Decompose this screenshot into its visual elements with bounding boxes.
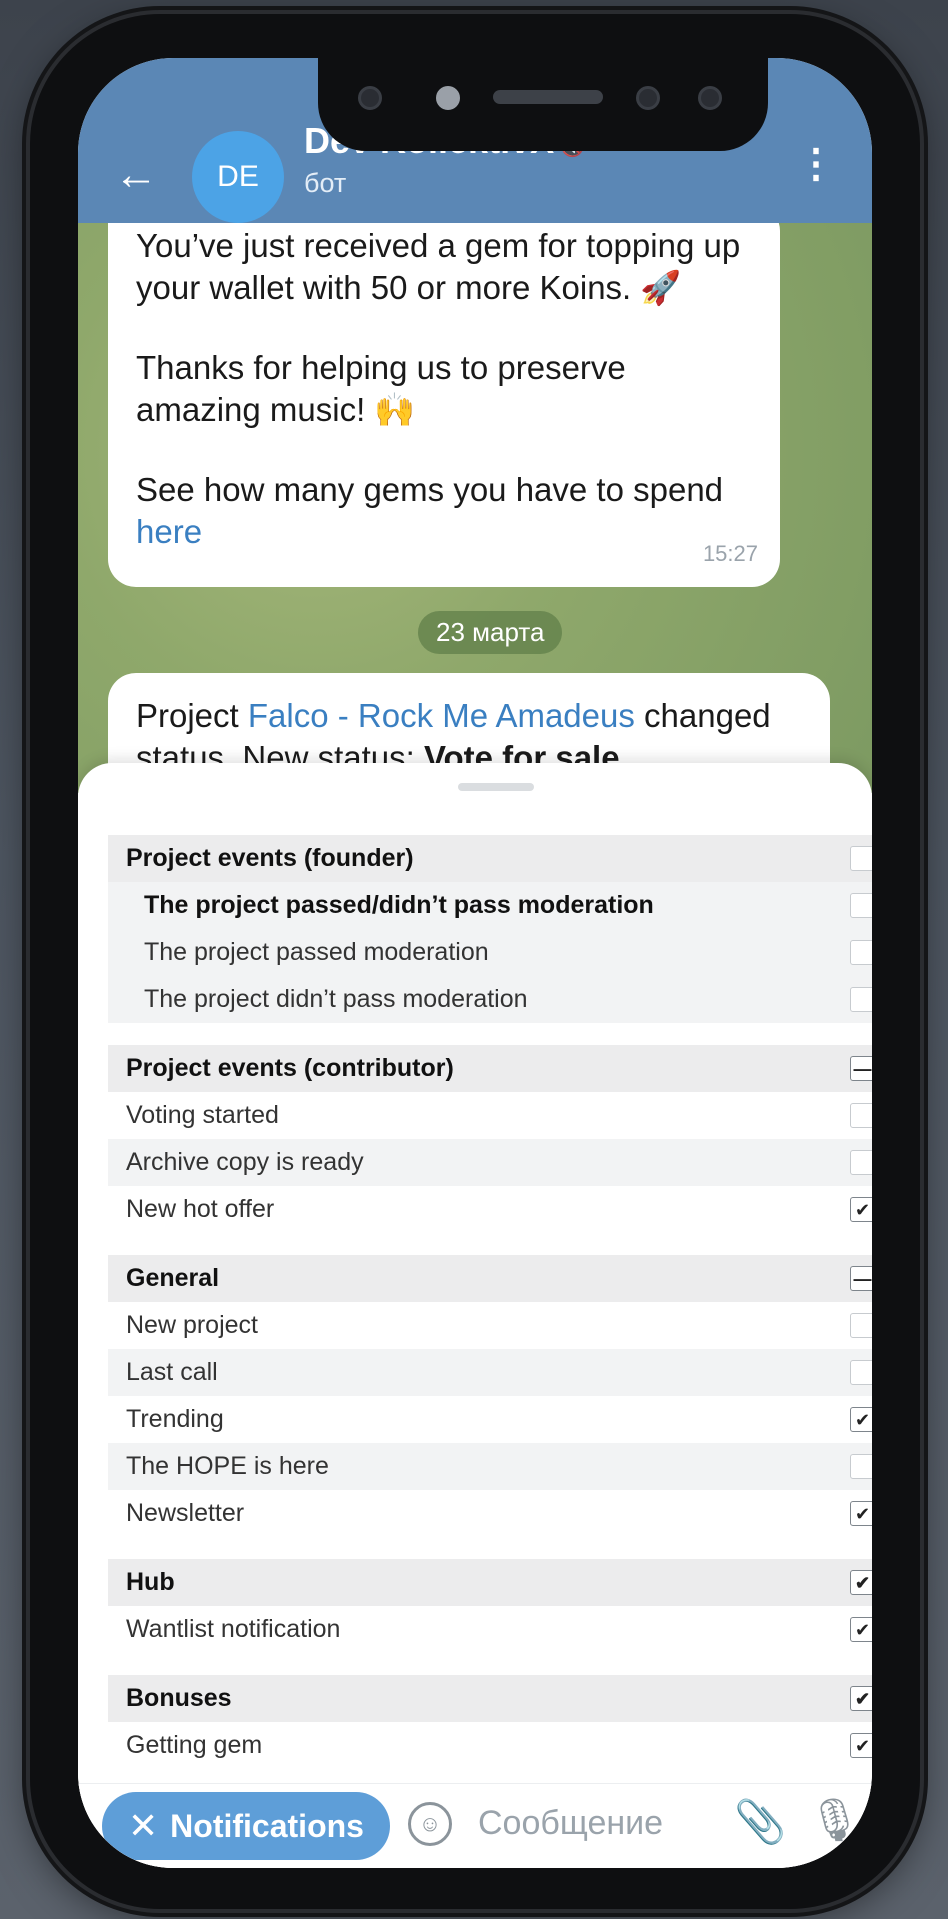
attach-icon[interactable]: 📎 [734, 1798, 786, 1847]
close-icon: ✕ [128, 1805, 159, 1846]
notifications-button[interactable]: ✕ Notifications [102, 1792, 390, 1860]
group-gap [108, 1233, 872, 1255]
settings-item-label: New project [126, 1311, 258, 1339]
checkbox-checked-icon[interactable]: ✔ [850, 1570, 872, 1595]
settings-item-label: New hot offer [126, 1195, 275, 1223]
sensor-icon [358, 86, 382, 110]
message-text-part: Project [136, 697, 248, 734]
checkbox-checked-icon[interactable]: ✔ [850, 1617, 872, 1642]
settings-item[interactable]: New hot offer ✔ [108, 1186, 872, 1233]
checkbox-checked-icon[interactable]: ✔ [850, 1686, 872, 1711]
settings-item[interactable]: The HOPE is here [108, 1443, 872, 1490]
settings-group-header[interactable]: Project events (founder) [108, 835, 872, 882]
settings-item[interactable]: Voting started [108, 1092, 872, 1139]
checkbox-partial-icon[interactable]: — [850, 1266, 872, 1291]
settings-item-label: The project passed moderation [144, 938, 489, 966]
settings-group-header[interactable]: Project events (contributor) — [108, 1045, 872, 1092]
message-link[interactable]: here [136, 513, 202, 550]
notifications-button-label: Notifications [170, 1807, 364, 1844]
settings-item-label: Getting gem [126, 1731, 263, 1759]
phone-screen: ← DE Dev KollektivX🔇 бот ⋮ You’ve just r… [78, 58, 872, 1868]
settings-item[interactable]: Getting gem ✔ [108, 1722, 872, 1769]
settings-item-label: Newsletter [126, 1499, 245, 1527]
project-link[interactable]: Falco - Rock Me Amadeus [248, 697, 635, 734]
settings-group-title: Bonuses [126, 1684, 232, 1712]
sensor-icon [698, 86, 722, 110]
settings-item[interactable]: The project passed moderation [108, 929, 872, 976]
settings-group-header[interactable]: General — [108, 1255, 872, 1302]
more-vertical-icon[interactable]: ⋮ [796, 144, 836, 184]
checkbox-empty-icon[interactable] [850, 846, 872, 871]
settings-item[interactable]: Wantlist notification ✔ [108, 1606, 872, 1653]
settings-group-title: Hub [126, 1568, 175, 1596]
emoji-icon[interactable]: ☺ [408, 1802, 452, 1846]
settings-group-header[interactable]: Hub ✔ [108, 1559, 872, 1606]
settings-item-label: Last call [126, 1358, 218, 1386]
checkbox-empty-icon[interactable] [850, 987, 872, 1012]
settings-item-label: The HOPE is here [126, 1452, 329, 1480]
notification-settings-sheet: Project events (founder) The project pass… [78, 763, 872, 1868]
message-time: 15:27 [702, 541, 758, 566]
settings-list: Project events (founder) The project pass… [108, 835, 872, 1769]
settings-group-title: Project events (founder) [126, 844, 414, 872]
settings-item[interactable]: Archive copy is ready [108, 1139, 872, 1186]
settings-item-label: The project didn’t pass moderation [144, 985, 528, 1013]
settings-item-label: Voting started [126, 1101, 279, 1129]
checkbox-checked-icon[interactable]: ✔ [850, 1407, 872, 1432]
settings-item[interactable]: Trending ✔ [108, 1396, 872, 1443]
checkbox-empty-icon[interactable] [850, 1360, 872, 1385]
settings-item[interactable]: New project [108, 1302, 872, 1349]
group-gap [108, 1537, 872, 1559]
mic-icon[interactable]: 🎙 [808, 1796, 861, 1845]
back-arrow-icon[interactable]: ← [114, 153, 158, 197]
sheet-drag-handle[interactable] [458, 783, 534, 791]
group-gap [108, 1653, 872, 1675]
settings-item[interactable]: The project didn’t pass moderation [108, 976, 872, 1023]
message-text: You’ve just received a gem for topping u… [136, 227, 741, 306]
settings-group-title: General [126, 1264, 220, 1292]
settings-item-label: Trending [126, 1405, 224, 1433]
checkbox-checked-icon[interactable]: ✔ [850, 1733, 872, 1758]
message-text-part: See how many gems you have to spend [136, 471, 724, 508]
input-bar: ✕ Notifications ☺ Сообщение 📎 🎙 [78, 1783, 872, 1868]
message-input[interactable]: Сообщение [478, 1804, 663, 1843]
chat-subtitle: бот [304, 168, 347, 198]
chat-area[interactable]: You’ve just received a gem for topping u… [78, 223, 872, 793]
checkbox-empty-icon[interactable] [850, 1454, 872, 1479]
settings-item-label: The project passed/didn’t pass moderatio… [144, 891, 654, 919]
settings-group-title: Project events (contributor) [126, 1054, 454, 1082]
camera-icon [636, 86, 660, 110]
avatar[interactable]: DE [192, 131, 284, 223]
phone-frame: ← DE Dev KollektivX🔇 бот ⋮ You’ve just r… [30, 14, 920, 1909]
message-text: Thanks for helping us to preserve amazin… [136, 349, 626, 428]
checkbox-empty-icon[interactable] [850, 893, 872, 918]
checkbox-checked-icon[interactable]: ✔ [850, 1197, 872, 1222]
sensor-icon [436, 86, 460, 110]
settings-item-label: Archive copy is ready [126, 1148, 364, 1176]
settings-group-header[interactable]: Bonuses ✔ [108, 1675, 872, 1722]
checkbox-empty-icon[interactable] [850, 1313, 872, 1338]
checkbox-empty-icon[interactable] [850, 1150, 872, 1175]
date-divider: 23 марта [418, 611, 563, 654]
checkbox-checked-icon[interactable]: ✔ [850, 1501, 872, 1526]
notch [318, 58, 768, 151]
settings-item[interactable]: Newsletter ✔ [108, 1490, 872, 1537]
speaker [493, 90, 603, 104]
group-gap [108, 1023, 872, 1045]
checkbox-empty-icon[interactable] [850, 1103, 872, 1128]
settings-item[interactable]: The project passed/didn’t pass moderatio… [108, 882, 872, 929]
message-text: See how many gems you have to spend here [136, 469, 752, 553]
settings-item[interactable]: Last call [108, 1349, 872, 1396]
message-bubble[interactable]: You’ve just received a gem for topping u… [108, 223, 780, 587]
checkbox-empty-icon[interactable] [850, 940, 872, 965]
checkbox-partial-icon[interactable]: — [850, 1056, 872, 1081]
settings-item-label: Wantlist notification [126, 1615, 341, 1643]
